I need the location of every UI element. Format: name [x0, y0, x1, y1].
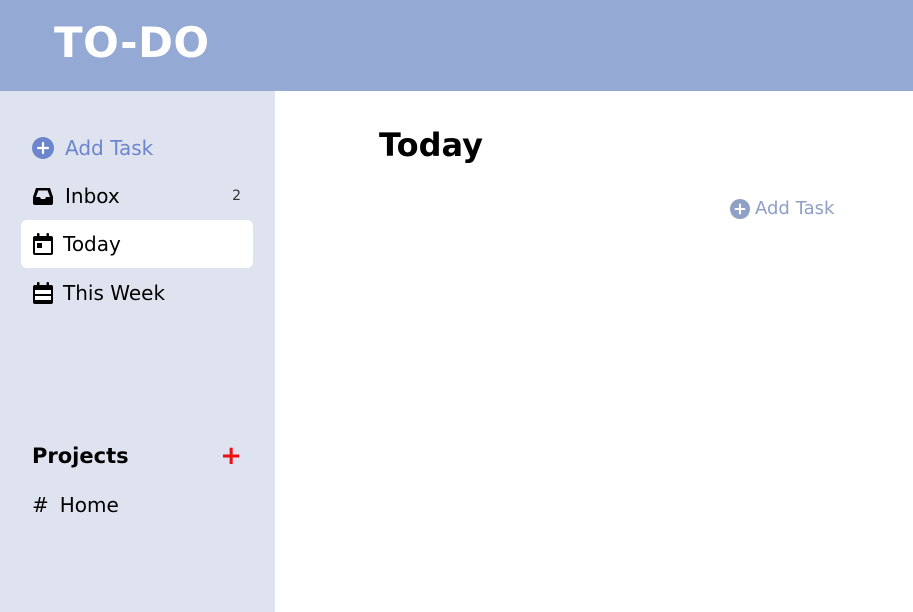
sidebar-item-this-week[interactable]: This Week	[21, 269, 253, 317]
project-label: Home	[59, 493, 119, 517]
projects-header: Projects +	[32, 443, 242, 469]
sidebar: Add Task Inbox 2 Today This Week Project…	[0, 91, 275, 612]
project-item-home[interactable]: # Home	[32, 493, 119, 517]
sidebar-item-label: Today	[63, 232, 121, 256]
main-add-task-button[interactable]: Add Task	[730, 198, 834, 219]
inbox-count-badge: 2	[232, 188, 241, 204]
sidebar-item-inbox[interactable]: Inbox 2	[21, 172, 253, 220]
top-bar: TO-DO	[0, 0, 913, 91]
page-title: Today	[379, 126, 483, 164]
plus-circle-icon	[32, 137, 54, 159]
sidebar-item-label: Inbox	[65, 184, 120, 208]
projects-title: Projects	[32, 444, 129, 468]
sidebar-add-task-button[interactable]: Add Task	[21, 124, 253, 172]
add-task-label: Add Task	[65, 136, 154, 160]
add-project-button[interactable]: +	[220, 443, 242, 469]
inbox-icon	[32, 185, 54, 207]
add-task-label: Add Task	[755, 198, 835, 219]
sidebar-item-label: This Week	[63, 281, 166, 305]
calendar-week-icon	[32, 282, 54, 304]
calendar-today-icon	[32, 233, 54, 255]
sidebar-item-today[interactable]: Today	[21, 220, 253, 268]
app-title: TO-DO	[54, 18, 210, 67]
plus-circle-icon	[730, 198, 750, 219]
hash-icon: #	[32, 493, 49, 517]
